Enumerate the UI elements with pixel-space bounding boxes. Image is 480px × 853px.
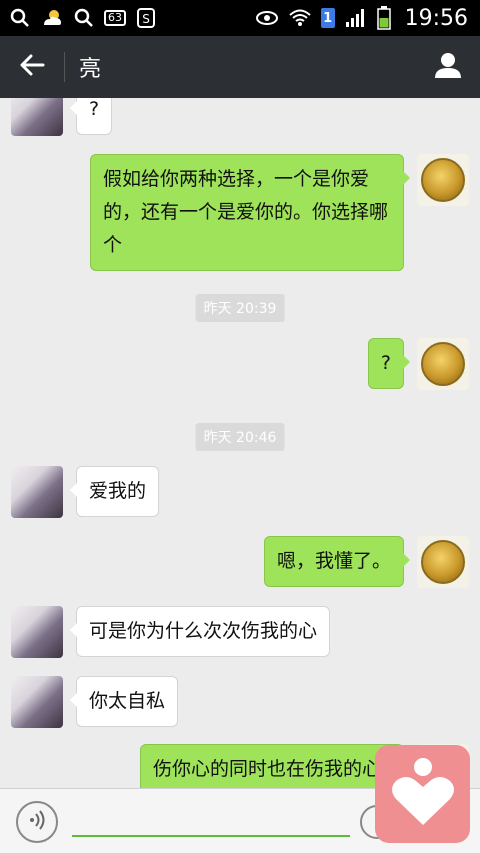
person-icon [433,51,463,83]
back-button[interactable] [0,36,64,98]
message-bubble[interactable]: ? [69,98,113,135]
message-bubble[interactable]: 可是你为什么次次伤我的心 [69,606,331,657]
eye-icon [255,10,279,26]
contact-avatar[interactable] [11,466,63,518]
voice-button[interactable] [16,801,58,843]
floating-heart-button[interactable] [375,745,470,843]
weather-icon [40,8,64,28]
notification-one-icon: 1 [320,8,335,28]
heart-icon [388,755,458,833]
self-avatar[interactable] [417,536,469,588]
svg-text:S: S [142,12,150,26]
notification-count-badge: 63 [104,10,126,26]
timestamp: 昨天 20:46 [195,423,285,451]
voice-icon [27,809,47,835]
profile-button[interactable] [416,36,480,98]
contact-avatar[interactable] [11,98,63,136]
battery-icon [376,6,391,30]
arrow-left-icon [19,54,45,80]
message-list[interactable]: ? 假如给你两种选择，一个是你爱的，还有一个是爱你的。你选择哪个 昨天 20:3… [0,98,480,788]
coin-image [421,342,465,386]
status-left-icons: 63 S [10,7,156,29]
signal-icon [345,8,367,28]
message-bubble[interactable]: ? [367,338,411,389]
message-input[interactable] [72,835,350,837]
message-bubble[interactable]: 假如给你两种选择，一个是你爱的，还有一个是爱你的。你选择哪个 [90,154,410,271]
timestamp: 昨天 20:39 [195,294,285,322]
status-bar: 63 S 1 19:56 [0,0,480,36]
status-right-icons: 1 19:56 [255,6,468,31]
search-icon [10,8,30,28]
wifi-icon [288,8,311,28]
coin-image [421,158,465,202]
self-avatar[interactable] [417,154,469,206]
title-bar: 亮 [0,36,480,98]
self-avatar[interactable] [417,338,469,390]
chat-title: 亮 [79,57,102,82]
message-bubble[interactable]: 伤你心的同时也在伤我的心 [140,744,404,788]
title-divider [64,52,65,82]
message-bubble[interactable]: 嗯，我懂了。 [263,536,411,587]
contact-avatar[interactable] [11,676,63,728]
search-icon [74,8,94,28]
app-notification-icon: S [136,7,156,29]
coin-image [421,540,465,584]
contact-avatar[interactable] [11,606,63,658]
message-bubble[interactable]: 爱我的 [69,466,160,517]
clock: 19:56 [404,5,468,31]
message-bubble[interactable]: 你太自私 [69,676,179,727]
